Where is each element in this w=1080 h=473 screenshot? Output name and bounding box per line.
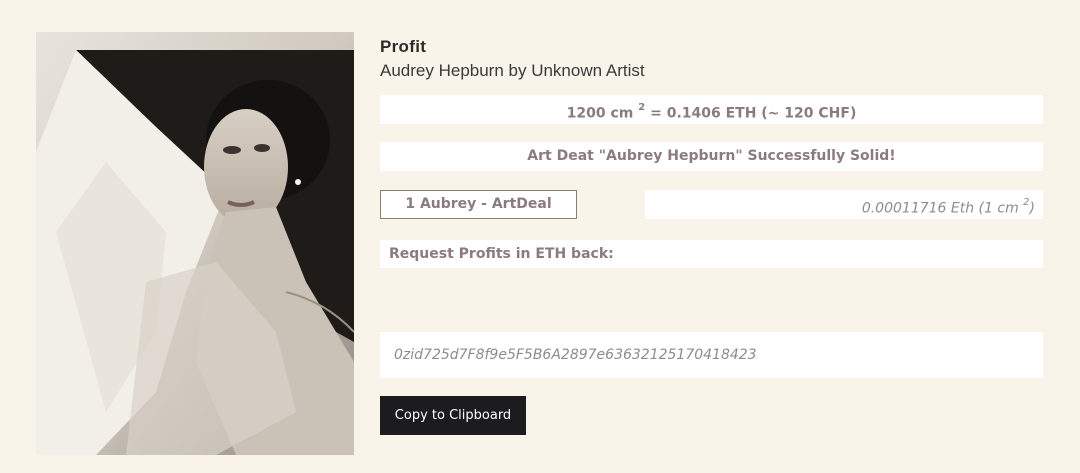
artwork-subtitle: Audrey Hepburn by Unknown Artist xyxy=(380,61,645,80)
copy-to-clipboard-button[interactable]: Copy to Clipboard xyxy=(380,396,526,435)
token-price-suffix: ) xyxy=(1029,200,1035,217)
conversion-summary: 1200 cm 2 = 0.1406 ETH (~ 120 CHF) xyxy=(380,95,1043,124)
wallet-address-field[interactable]: 0zid725d7F8f9e5F5B6A2897e636321251704184… xyxy=(380,332,1043,378)
conversion-area-exponent: 2 xyxy=(638,102,646,113)
conversion-area: 1200 cm xyxy=(566,105,639,122)
conversion-rate: = 0.1406 ETH (~ 120 CHF) xyxy=(645,105,857,122)
artwork-title: Profit xyxy=(380,37,427,56)
token-price-exponent: 2 xyxy=(1023,197,1030,208)
artwork-photo xyxy=(36,32,354,455)
portrait-photo-icon xyxy=(36,32,354,455)
request-profits-label: Request Profits in ETH back: xyxy=(380,240,1043,268)
success-message: Art Deat "Aubrey Hepburn" Successfully S… xyxy=(380,142,1043,171)
token-price-value: 0.00011716 Eth (1 cm xyxy=(861,200,1024,217)
token-badge: 1 Aubrey - ArtDeal xyxy=(380,190,577,219)
token-price: 0.00011716 Eth (1 cm 2) xyxy=(645,190,1043,219)
